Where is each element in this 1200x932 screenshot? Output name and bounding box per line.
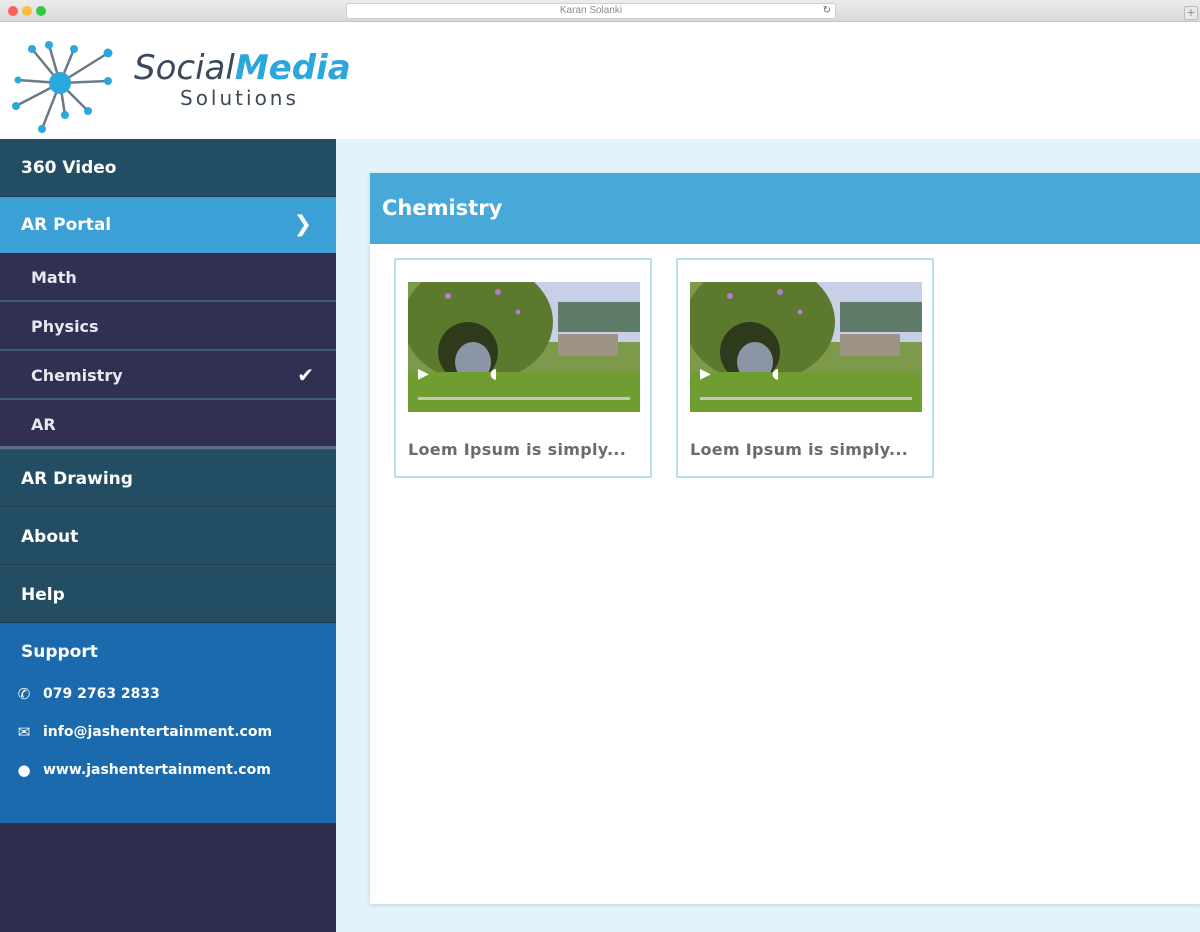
video-thumbnail-image bbox=[408, 282, 640, 412]
brand-subtitle: Solutions bbox=[180, 86, 299, 110]
contact-email[interactable]: ✉ info@jashentertainment.com bbox=[0, 719, 336, 757]
sidebar-item-ar-portal[interactable]: AR Portal ❯ bbox=[0, 197, 336, 253]
brand-word-social: Social bbox=[134, 48, 235, 88]
video-thumbnail[interactable]: ▶ ◖ bbox=[690, 282, 922, 412]
play-icon[interactable]: ▶ bbox=[700, 366, 711, 382]
content-panel: Chemistry ▶ ◖ Loem Ipsum is simply... ▶ … bbox=[370, 173, 1200, 904]
brand-wordmark: SocialMedia Solutions bbox=[134, 49, 351, 109]
play-icon[interactable]: ▶ bbox=[418, 366, 429, 382]
globe-icon: ● bbox=[17, 761, 31, 779]
main-content: Chemistry ▶ ◖ Loem Ipsum is simply... ▶ … bbox=[336, 139, 1200, 932]
card-caption: Loem Ipsum is simply... bbox=[408, 440, 627, 459]
sidebar-item-help[interactable]: Help bbox=[0, 565, 336, 623]
sidebar-subitem-ar[interactable]: AR bbox=[0, 400, 336, 449]
sidebar-item-label: AR bbox=[31, 415, 56, 434]
sidebar-item-label: AR Portal bbox=[21, 215, 112, 235]
site-header: SocialMedia Solutions bbox=[0, 23, 1200, 139]
sidebar-item-label: About bbox=[21, 527, 79, 547]
minimize-window-button[interactable] bbox=[22, 6, 32, 16]
panel-title: Chemistry bbox=[370, 173, 1200, 244]
support-section: Support ✆ 079 2763 2833 ✉ info@jashenter… bbox=[0, 623, 336, 823]
sidebar-subitem-chemistry[interactable]: Chemistry ✔ bbox=[0, 351, 336, 400]
sidebar-item-360-video[interactable]: 360 Video bbox=[0, 139, 336, 197]
reload-icon[interactable]: ↻ bbox=[823, 4, 831, 18]
video-card[interactable]: ▶ ◖ Loem Ipsum is simply... bbox=[394, 258, 652, 478]
social-media-logo-icon bbox=[12, 41, 113, 133]
zoom-window-button[interactable] bbox=[36, 6, 46, 16]
envelope-icon: ✉ bbox=[17, 723, 31, 741]
volume-icon[interactable]: ◖ bbox=[490, 366, 497, 382]
card-caption: Loem Ipsum is simply... bbox=[690, 440, 909, 459]
email-text: info@jashentertainment.com bbox=[43, 724, 273, 740]
check-icon: ✔ bbox=[297, 363, 314, 387]
sidebar-item-ar-drawing[interactable]: AR Drawing bbox=[0, 449, 336, 507]
video-card[interactable]: ▶ ◖ Loem Ipsum is simply... bbox=[676, 258, 934, 478]
video-thumbnail-image bbox=[690, 282, 922, 412]
phone-icon: ✆ bbox=[17, 685, 31, 703]
sidebar: 360 Video AR Portal ❯ Math Physics Chemi… bbox=[0, 139, 336, 932]
brand-word-media: Media bbox=[234, 48, 351, 88]
sidebar-item-label: Physics bbox=[31, 317, 99, 336]
sidebar-item-label: Help bbox=[21, 585, 65, 605]
phone-text: 079 2763 2833 bbox=[43, 686, 160, 702]
sidebar-subitem-physics[interactable]: Physics bbox=[0, 302, 336, 351]
video-thumbnail[interactable]: ▶ ◖ bbox=[408, 282, 640, 412]
close-window-button[interactable] bbox=[8, 6, 18, 16]
website-text: www.jashentertainment.com bbox=[43, 762, 271, 778]
sidebar-item-label: Math bbox=[31, 268, 77, 287]
sidebar-item-label: Chemistry bbox=[31, 366, 123, 385]
browser-toolbar: Karan Solanki ↻ + bbox=[0, 0, 1200, 22]
sidebar-item-label: AR Drawing bbox=[21, 469, 133, 489]
address-text: Karan Solanki bbox=[559, 5, 623, 16]
support-title: Support bbox=[21, 642, 98, 662]
contact-phone[interactable]: ✆ 079 2763 2833 bbox=[0, 681, 336, 719]
contact-website[interactable]: ● www.jashentertainment.com bbox=[0, 757, 336, 795]
new-tab-button[interactable]: + bbox=[1184, 6, 1198, 20]
sidebar-item-label: 360 Video bbox=[21, 158, 117, 178]
address-bar[interactable]: Karan Solanki ↻ bbox=[346, 3, 836, 19]
sidebar-subitem-math[interactable]: Math bbox=[0, 253, 336, 302]
chevron-right-icon: ❯ bbox=[293, 212, 312, 237]
sidebar-item-about[interactable]: About bbox=[0, 507, 336, 565]
volume-icon[interactable]: ◖ bbox=[772, 366, 779, 382]
